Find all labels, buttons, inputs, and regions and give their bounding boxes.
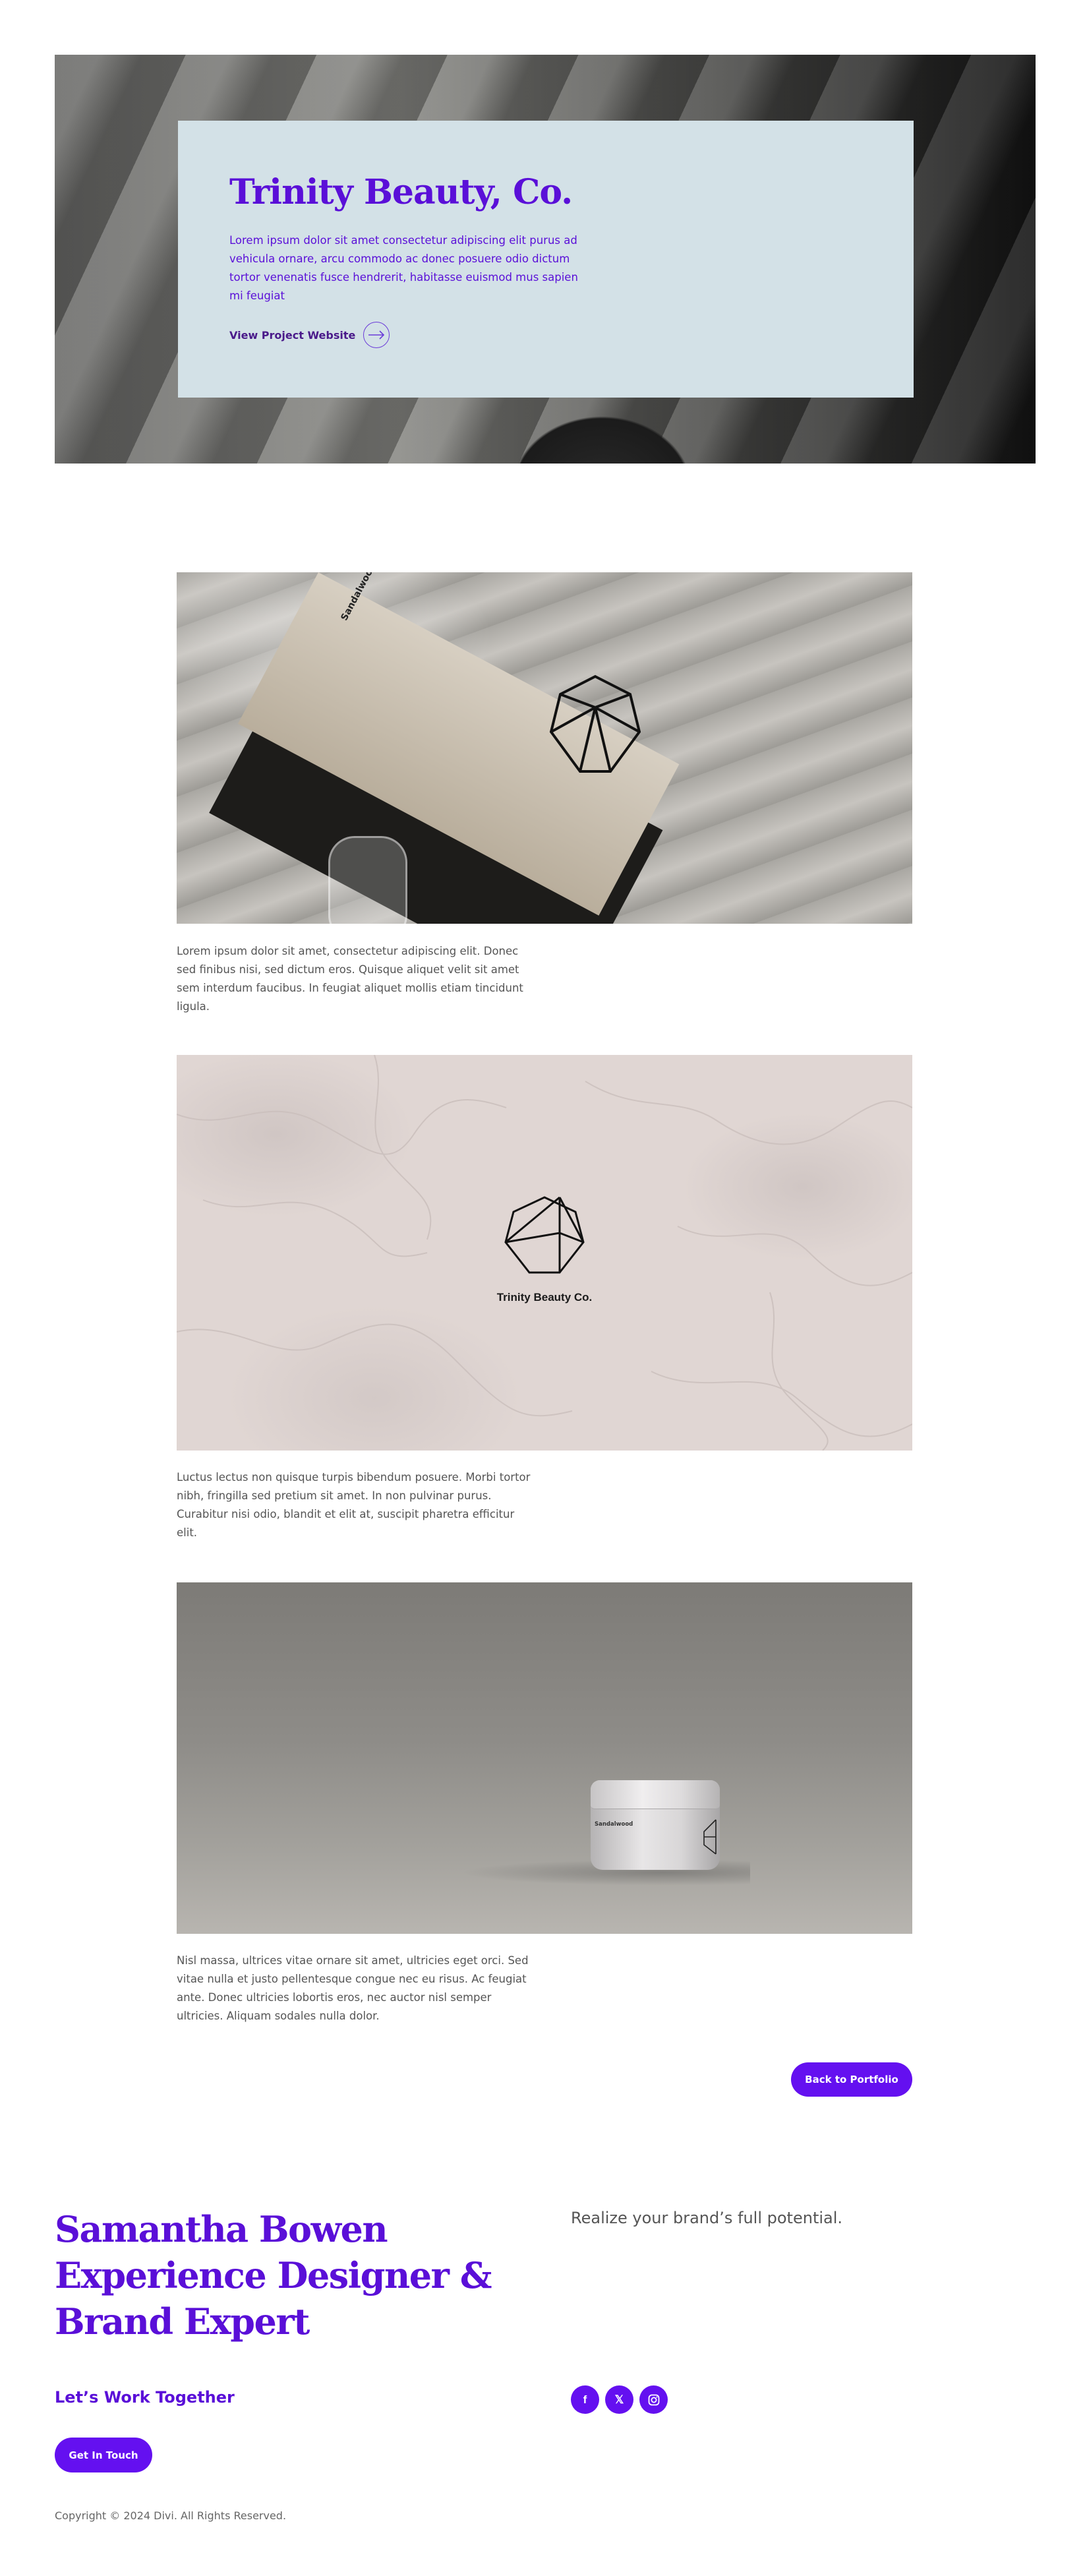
copyright-text: Copyright © 2024 Divi. All Rights Reserv… [55, 2509, 287, 2522]
facebook-icon[interactable]: f [571, 2385, 599, 2414]
gallery-caption-1: Lorem ipsum dolor sit amet, consectetur … [177, 945, 523, 1013]
trinity-logo-icon [549, 674, 641, 773]
gallery-caption-3: Nisl massa, ultrices vitae ornare sit am… [177, 1954, 529, 2022]
marble-logo-photo: Trinity Beauty Co. [177, 1055, 912, 1451]
glass-bottle [328, 836, 407, 924]
cream-jar-photo: Sandalwood [177, 1582, 912, 1934]
social-links: f 𝕏 [571, 2385, 668, 2414]
product-box-photo: Sandalwood [177, 572, 912, 924]
view-project-website-link[interactable]: View Project Website [229, 322, 390, 348]
hero-banner: Trinity Beauty, Co. Lorem ipsum dolor si… [55, 55, 1036, 464]
instagram-icon[interactable] [639, 2385, 668, 2414]
jar-lid [591, 1780, 720, 1809]
jar-label: Sandalwood [595, 1821, 633, 1828]
back-to-portfolio-button[interactable]: Back to Portfolio [791, 2062, 912, 2097]
project-title: Trinity Beauty, Co. [229, 172, 573, 212]
trinity-logo-icon [703, 1819, 717, 1855]
footer-role: Experience Designer & Brand Expert [55, 2254, 492, 2343]
x-twitter-icon[interactable]: 𝕏 [605, 2385, 633, 2414]
trinity-logo-icon [504, 1196, 585, 1274]
view-project-website-label: View Project Website [229, 328, 356, 342]
footer-name: Samantha Bowen [55, 2208, 388, 2250]
work-together-heading: Let’s Work Together [55, 2388, 235, 2407]
get-in-touch-button[interactable]: Get In Touch [55, 2438, 152, 2472]
footer-tagline: Realize your brand’s full potential. [571, 2209, 843, 2227]
cream-jar: Sandalwood [591, 1780, 720, 1870]
brand-name-text: Trinity Beauty Co. [496, 1291, 593, 1303]
project-description: Lorem ipsum dolor sit amet consectetur a… [229, 234, 578, 302]
arrow-right-circle-icon [363, 322, 390, 348]
gallery-caption-2: Luctus lectus non quisque turpis bibendu… [177, 1471, 531, 1539]
hero-card: Trinity Beauty, Co. Lorem ipsum dolor si… [178, 121, 914, 398]
